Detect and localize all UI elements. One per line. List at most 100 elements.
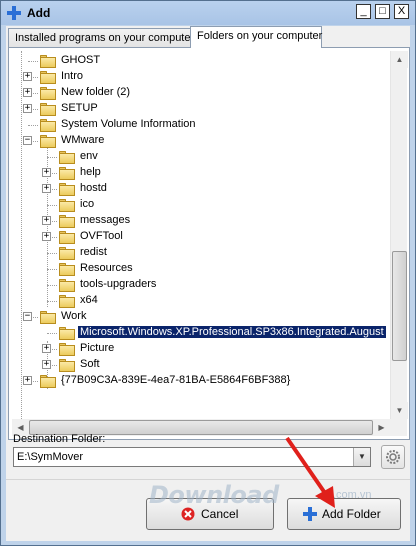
maximize-button[interactable]: □ [375,4,390,19]
tree-item[interactable]: + OVFTool [12,229,390,245]
tree-item-label[interactable]: New folder (2) [59,86,132,98]
folder-icon [40,374,56,388]
expand-icon[interactable]: + [23,104,32,113]
folder-icon [59,150,75,164]
tree-item-label[interactable]: ico [78,198,96,210]
tree-item-label[interactable]: hostd [78,182,109,194]
expand-icon[interactable]: + [42,184,51,193]
red-arrow-annotation [285,436,335,508]
collapse-icon[interactable]: − [23,136,32,145]
tree-item-label[interactable]: SETUP [59,102,100,114]
tree-item-label[interactable]: System Volume Information [59,118,198,130]
tab-installed-programs[interactable]: Installed programs on your computer [8,28,194,48]
tree-item[interactable]: − WMware [12,133,390,149]
expand-icon[interactable]: + [42,344,51,353]
tree-item[interactable]: + hostd [12,181,390,197]
tree-item[interactable]: System Volume Information [12,117,390,133]
cancel-button-label: Cancel [201,507,239,521]
folder-icon [40,102,56,116]
browse-gear-button[interactable] [381,445,405,469]
tree-item-label[interactable]: env [78,150,100,162]
folder-icon [59,246,75,260]
folder-icon [59,262,75,276]
folder-icon [59,342,75,356]
scroll-down-icon[interactable]: ▼ [391,402,408,419]
tree-item-label[interactable]: WMware [59,134,106,146]
folder-icon [59,182,75,196]
folder-icon [59,278,75,292]
cancel-icon [181,507,195,521]
tree-item-label[interactable]: help [78,166,103,178]
folder-icon [59,214,75,228]
watermark-text: Download [149,481,279,509]
scroll-up-icon[interactable]: ▲ [391,51,408,68]
expand-icon[interactable]: + [42,216,51,225]
tree-item[interactable]: + {77B09C3A-839E-4ea7-81BA-E5864F6BF388} [12,373,390,389]
scrollbar-corner [390,419,407,436]
watermark-logo: Download [149,481,279,509]
chevron-down-icon[interactable]: ▼ [353,448,370,466]
destination-folder-label: Destination Folder: [13,433,106,445]
close-button[interactable]: X [394,4,409,19]
tree-item[interactable]: redist [12,245,390,261]
scroll-right-icon[interactable]: ▶ [373,419,390,436]
tree-item[interactable]: tools-upgraders [12,277,390,293]
tree-item[interactable]: x64 [12,293,390,309]
folder-icon [40,70,56,84]
folders-tab-panel: GHOST + Intro + New folder (2) + SETUP System V… [8,47,410,440]
tree-item-label[interactable]: redist [78,246,109,258]
expand-icon[interactable]: + [42,232,51,241]
tree-item-label[interactable]: x64 [78,294,100,306]
folder-icon [59,294,75,308]
expand-icon[interactable]: + [23,72,32,81]
expand-icon[interactable]: + [42,168,51,177]
tree-item[interactable]: + SETUP [12,101,390,117]
folder-icon [59,358,75,372]
tree-item[interactable]: Microsoft.Windows.XP.Professional.SP3x86… [12,325,390,341]
add-dialog-window: Add _ □ X Installed programs on your com… [0,0,416,546]
tree-item-label[interactable]: messages [78,214,132,226]
folder-icon [59,230,75,244]
gear-icon [386,450,400,464]
expand-icon[interactable]: + [23,376,32,385]
tree-item[interactable]: + Intro [12,69,390,85]
tree-item-label[interactable]: Intro [59,70,85,82]
folder-icon [59,198,75,212]
minimize-button[interactable]: _ [356,4,371,19]
add-plus-icon [7,6,21,20]
tree-item[interactable]: ico [12,197,390,213]
tree-item-label[interactable]: Work [59,310,88,322]
tree-item-label[interactable]: Microsoft.Windows.XP.Professional.SP3x86… [77,325,387,339]
vertical-scroll-thumb[interactable] [392,251,407,361]
tree-item-label[interactable]: Resources [78,262,135,274]
tree-item[interactable]: + New folder (2) [12,85,390,101]
vertical-scrollbar[interactable]: ▲ ▼ [390,51,408,419]
tree-item-label[interactable]: {77B09C3A-839E-4ea7-81BA-E5864F6BF388} [59,374,292,386]
tree-item-label[interactable]: OVFTool [78,230,125,242]
destination-folder-value[interactable]: E:\SymMover [17,451,83,463]
tree-item[interactable]: + Picture [12,341,390,357]
tree-item[interactable]: env [12,149,390,165]
window-title: Add [27,6,51,20]
expand-icon[interactable]: + [23,88,32,97]
tree-item[interactable]: + help [12,165,390,181]
tree-item[interactable]: GHOST [12,53,390,69]
tree-item[interactable]: + Soft [12,357,390,373]
folder-tree[interactable]: GHOST + Intro + New folder (2) + SETUP System V… [12,51,390,435]
tree-item[interactable]: + messages [12,213,390,229]
tree-item[interactable]: Resources [12,261,390,277]
folder-icon [59,166,75,180]
folder-icon [40,310,56,324]
tab-folders[interactable]: Folders on your computer [190,26,322,48]
tree-item-label[interactable]: Soft [78,358,102,370]
title-bar[interactable]: Add _ □ X [1,1,415,25]
collapse-icon[interactable]: − [23,312,32,321]
tree-item-label[interactable]: tools-upgraders [78,278,158,290]
folder-icon [40,86,56,100]
tree-item-label[interactable]: Picture [78,342,116,354]
tree-item[interactable]: − Work [12,309,390,325]
tree-item-label[interactable]: GHOST [59,54,102,66]
expand-icon[interactable]: + [42,360,51,369]
folder-icon [59,326,75,340]
folder-icon [40,134,56,148]
